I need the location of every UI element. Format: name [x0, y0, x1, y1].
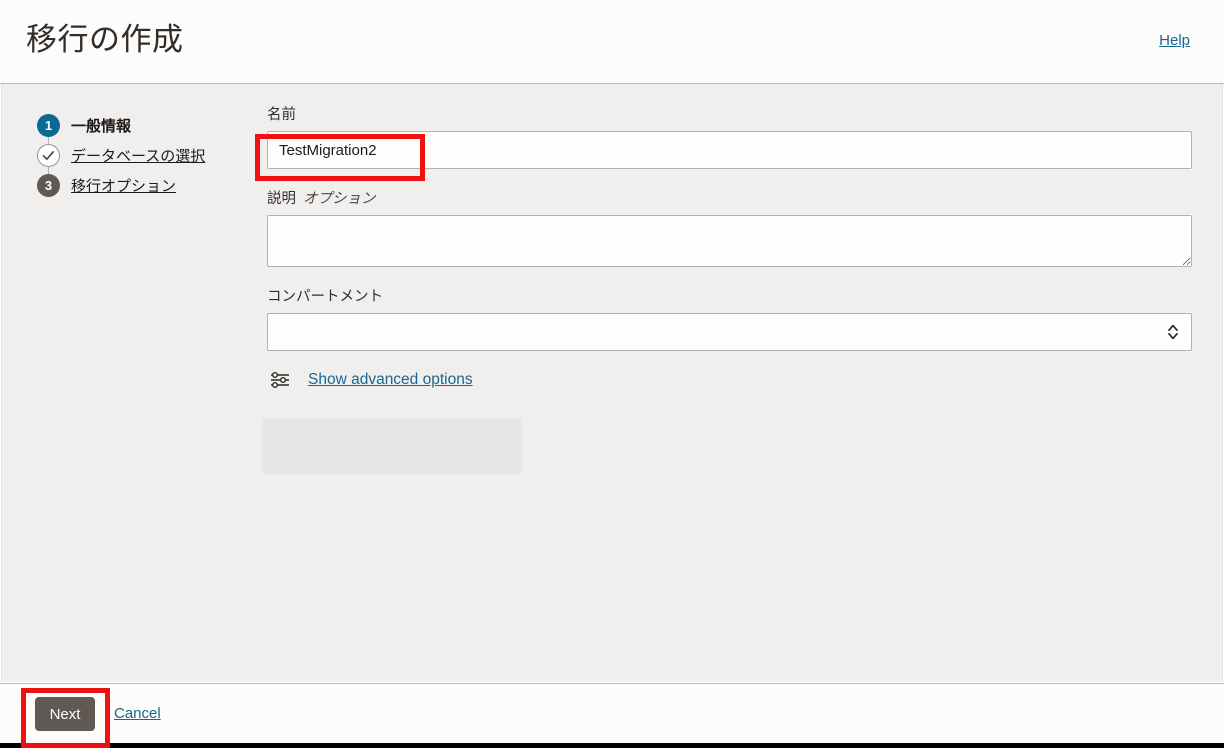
compartment-label: コンパートメント	[267, 289, 383, 305]
step-badge-1: 1	[37, 113, 60, 137]
description-textarea[interactable]	[267, 215, 1192, 267]
description-label: 説明 オプション	[267, 190, 1192, 208]
compartment-select[interactable]	[267, 313, 1192, 351]
advanced-options-row[interactable]: Show advanced options	[267, 370, 1192, 390]
next-button[interactable]: Next	[35, 697, 95, 731]
page-footer: Next Cancel	[0, 683, 1224, 743]
create-migration-page: 移行の作成 Help 1 一般情報 データベースの選択 3 移行オプション 名前…	[0, 0, 1224, 748]
description-optional-tag: オプション	[303, 191, 376, 207]
page-title: 移行の作成	[26, 22, 184, 57]
sidebar-item-select-database[interactable]: データベースの選択	[37, 140, 252, 170]
step-badge-check-icon	[37, 143, 60, 167]
step-badge-3: 3	[37, 173, 60, 197]
page-body: 1 一般情報 データベースの選択 3 移行オプション 名前 TestMigrat…	[1, 84, 1223, 682]
wizard-steps: 1 一般情報 データベースの選択 3 移行オプション	[37, 110, 252, 200]
sliders-icon	[271, 372, 289, 388]
step-label-select-database[interactable]: データベースの選択	[71, 145, 205, 166]
step-label-general-information: 一般情報	[71, 117, 132, 135]
migration-form: 名前 説明オプション コンパートメント	[267, 106, 1192, 390]
name-input[interactable]	[267, 131, 1192, 169]
help-link[interactable]: Help	[1159, 32, 1190, 49]
show-advanced-options-link[interactable]: Show advanced options	[308, 371, 473, 389]
bottom-black-bar	[0, 743, 1224, 748]
compartment-loading-overlay	[262, 418, 522, 474]
cancel-link[interactable]: Cancel	[114, 705, 161, 722]
name-label: 名前	[267, 107, 296, 123]
sidebar-item-general-information[interactable]: 1 一般情報	[37, 110, 252, 140]
step-label-migration-options[interactable]: 移行オプション	[71, 175, 176, 196]
compartment-select-wrap	[267, 313, 1192, 351]
sidebar-item-migration-options[interactable]: 3 移行オプション	[37, 170, 252, 200]
page-header: 移行の作成 Help	[0, 0, 1224, 84]
description-label-text: 説明	[267, 191, 296, 207]
